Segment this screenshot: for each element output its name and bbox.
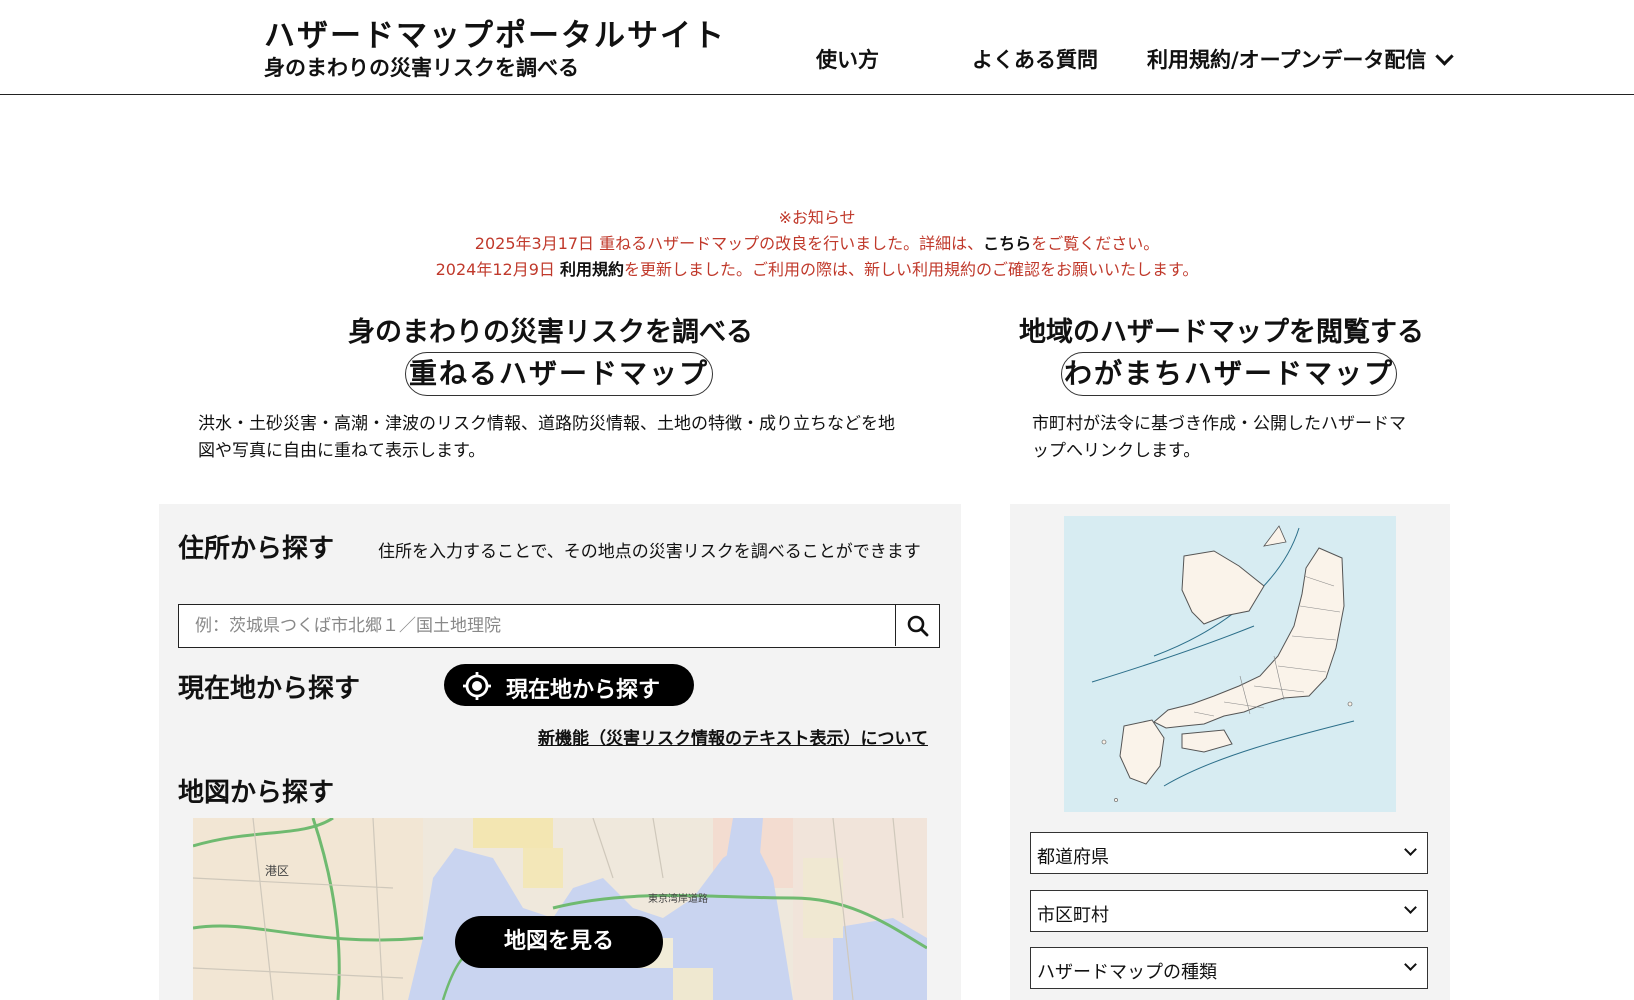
current-location-button[interactable]: 現在地から探す bbox=[444, 664, 694, 706]
prefecture-select-value: 都道府県 bbox=[1037, 847, 1109, 868]
map-type-select-value: ハザードマップの種類 bbox=[1037, 962, 1217, 983]
notice-line-1: 2025年3月17日 重ねるハザードマップの改良を行いました。詳細は、こちらをご… bbox=[0, 230, 1634, 254]
search-button[interactable] bbox=[895, 605, 939, 646]
site-header: ハザードマップポータルサイト 身のまわりの災害リスクを調べる 使い方 よくある質… bbox=[0, 0, 1634, 95]
city-select[interactable]: 市区町村 bbox=[1030, 890, 1428, 932]
nav-faq-link[interactable]: よくある質問 bbox=[972, 44, 1098, 74]
nav-terms-label: 利用規約/オープンデータ配信 bbox=[1147, 48, 1427, 72]
new-feature-link[interactable]: 新機能（災害リスク情報のテキスト表示）について bbox=[538, 724, 928, 749]
right-section-heading: 地域のハザードマップを閲覧する bbox=[1019, 317, 1424, 348]
map-preview[interactable]: 港区 東京湾岸道路 bbox=[193, 818, 927, 1000]
notice-text-1: 重ねるハザードマップの改良を行いました。詳細は、 bbox=[599, 234, 984, 253]
map-label-minato: 港区 bbox=[265, 864, 290, 878]
notice-link-here[interactable]: こちら bbox=[983, 234, 1031, 253]
map-label-bay-road: 東京湾岸道路 bbox=[648, 894, 708, 905]
current-location-button-label: 現在地から探す bbox=[506, 678, 661, 703]
japan-map[interactable] bbox=[1064, 516, 1396, 812]
city-select-value: 市区町村 bbox=[1037, 905, 1109, 926]
search-icon bbox=[907, 615, 929, 637]
site-subtitle: 身のまわりの災害リスクを調べる bbox=[264, 56, 579, 80]
chevron-down-icon bbox=[1404, 958, 1417, 971]
notice-date-1: 2025年3月17日 bbox=[474, 234, 595, 253]
notice-link-terms[interactable]: 利用規約 bbox=[560, 260, 624, 279]
notice-heading: ※お知らせ bbox=[778, 208, 856, 227]
crosshair-icon bbox=[463, 672, 491, 700]
notice-text-2: を更新しました。ご利用の際は、新しい利用規約のご確認をお願いいたします。 bbox=[623, 260, 1199, 279]
tokyo-bay-map-image bbox=[193, 818, 927, 1000]
map-type-select[interactable]: ハザードマップの種類 bbox=[1030, 947, 1428, 989]
site-title[interactable]: ハザードマップポータルサイト bbox=[264, 10, 726, 55]
left-section-heading: 身のまわりの災害リスクを調べる bbox=[348, 317, 753, 348]
address-search-heading: 住所から探す bbox=[178, 534, 335, 564]
chevron-down-icon bbox=[1435, 46, 1455, 66]
view-map-button[interactable]: 地図を見る bbox=[455, 916, 663, 968]
wagamachi-hazard-map-link[interactable]: わがまちハザードマップ bbox=[1061, 352, 1397, 396]
japan-map-image bbox=[1064, 516, 1396, 812]
left-desc-line-1: 洪水・土砂災害・高潮・津波のリスク情報、道路防災情報、土地の特徴・成り立ちなどを… bbox=[198, 414, 895, 434]
right-description: 市町村が法令に基づき作成・公開したハザードマ ップへリンクします。 bbox=[1032, 411, 1406, 465]
notice-text-1-tail: をご覧ください。 bbox=[1031, 234, 1160, 253]
current-location-heading: 現在地から探す bbox=[178, 674, 361, 704]
chevron-down-icon bbox=[1404, 901, 1417, 914]
address-search-input[interactable] bbox=[179, 605, 897, 646]
left-description: 洪水・土砂災害・高潮・津波のリスク情報、道路防災情報、土地の特徴・成り立ちなどを… bbox=[198, 411, 895, 465]
kasaneru-hazard-map-link[interactable]: 重ねるハザードマップ bbox=[405, 352, 713, 396]
prefecture-select[interactable]: 都道府県 bbox=[1030, 832, 1428, 874]
notice-date-2: 2024年12月9日 bbox=[435, 260, 555, 279]
nav-howto-link[interactable]: 使い方 bbox=[816, 44, 879, 74]
left-desc-line-2: 図や写真に自由に重ねて表示します。 bbox=[198, 441, 486, 461]
address-search-box bbox=[178, 604, 940, 648]
notice-line-2: 2024年12月9日 利用規約を更新しました。ご利用の際は、新しい利用規約のご確… bbox=[0, 256, 1634, 280]
right-desc-line-1: 市町村が法令に基づき作成・公開したハザードマ bbox=[1032, 414, 1406, 434]
chevron-down-icon bbox=[1404, 843, 1417, 856]
address-search-note: 住所を入力することで、その地点の災害リスクを調べることができます bbox=[378, 542, 921, 562]
right-desc-line-2: ップへリンクします。 bbox=[1032, 441, 1201, 461]
nav-terms-dropdown[interactable]: 利用規約/オープンデータ配信 bbox=[1147, 44, 1455, 74]
map-search-heading: 地図から探す bbox=[178, 778, 335, 808]
